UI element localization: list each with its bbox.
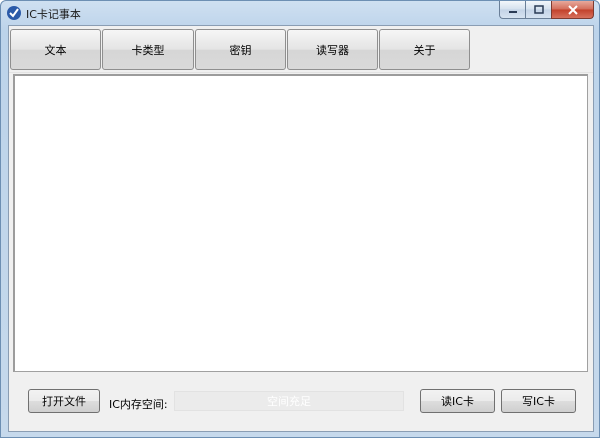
tab-card-type[interactable]: 卡类型: [102, 29, 194, 70]
close-button[interactable]: [551, 1, 594, 19]
client-area: 文本 卡类型 密钥 读写器 关于 打开文件 IC内存空间: 空间充足 读IC卡 …: [8, 25, 594, 432]
close-icon: [567, 4, 578, 15]
window-title: IC卡记事本: [26, 8, 81, 21]
title-bar[interactable]: IC卡记事本: [1, 1, 599, 25]
minimize-button[interactable]: [499, 1, 525, 19]
tab-bar: 文本 卡类型 密钥 读写器 关于: [9, 26, 593, 73]
memory-progress-bar: 空间充足: [174, 391, 404, 411]
memory-label: IC内存空间:: [109, 398, 168, 411]
tab-text[interactable]: 文本: [10, 29, 101, 70]
checkmark-shield-icon: [7, 6, 21, 20]
write-card-button[interactable]: 写IC卡: [501, 389, 576, 413]
window-controls: [499, 1, 594, 20]
minimize-icon: [508, 10, 517, 13]
maximize-button[interactable]: [525, 1, 551, 19]
memory-status: 空间充足: [267, 395, 311, 408]
app-window: IC卡记事本 文本 卡类型 密钥 读写器 关于 打开文件 IC内存空间: 空间充…: [0, 0, 600, 438]
read-card-button[interactable]: 读IC卡: [420, 389, 495, 413]
maximize-icon: [533, 5, 544, 14]
open-file-button[interactable]: 打开文件: [28, 389, 100, 413]
tab-reader[interactable]: 读写器: [287, 29, 378, 70]
text-editor[interactable]: [13, 74, 588, 372]
tab-key[interactable]: 密钥: [195, 29, 286, 70]
tab-about[interactable]: 关于: [379, 29, 470, 70]
footer-bar: 打开文件 IC内存空间: 空间充足 读IC卡 写IC卡: [9, 376, 593, 431]
